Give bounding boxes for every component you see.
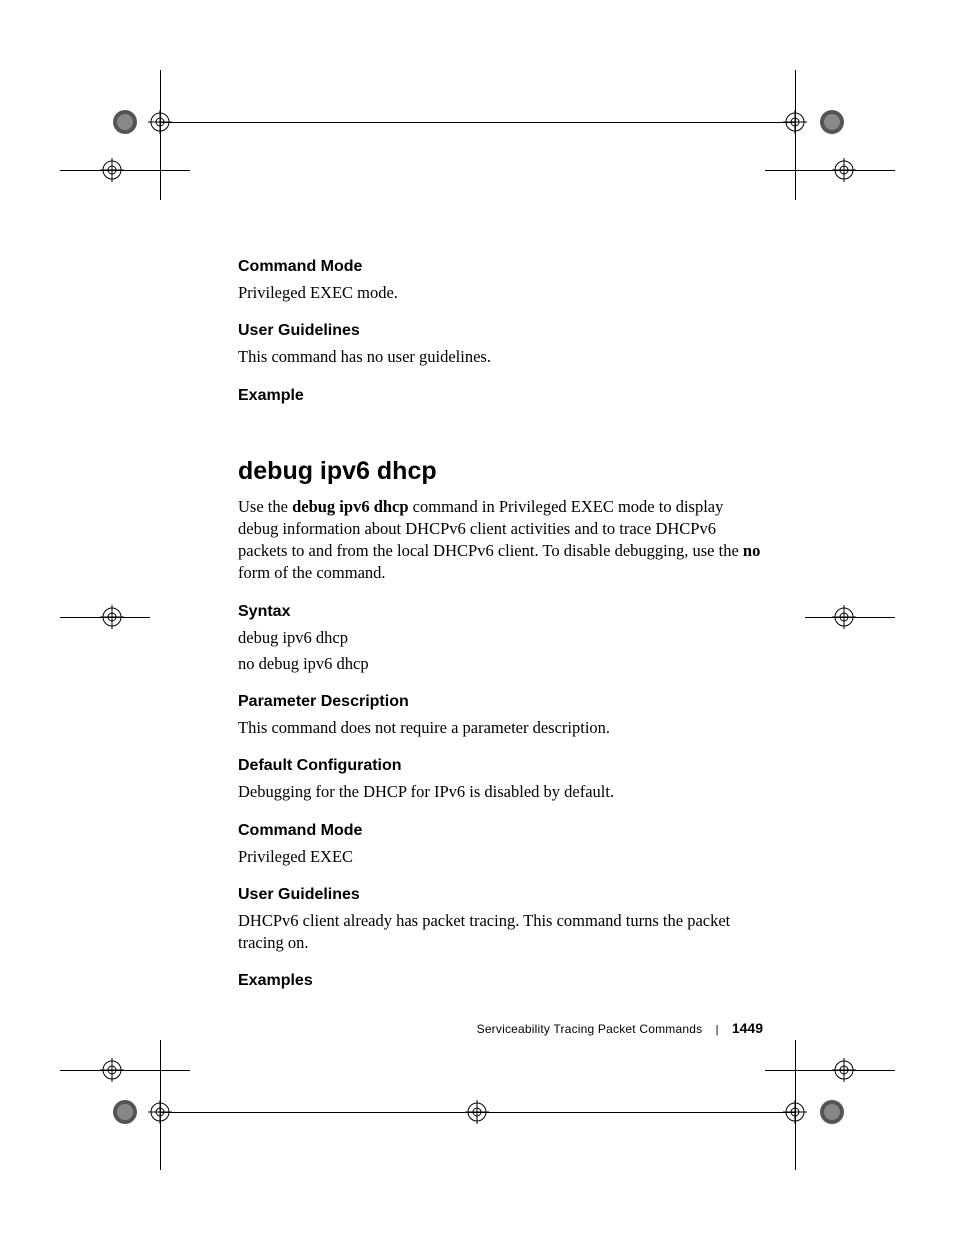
crop-line xyxy=(795,70,796,200)
heading-user-guidelines-1: User Guidelines xyxy=(238,322,763,340)
command-intro: Use the debug ipv6 dhcp command in Privi… xyxy=(238,496,763,585)
heading-user-guidelines-2: User Guidelines xyxy=(238,886,763,904)
registration-mark-icon xyxy=(148,1100,172,1124)
sunburst-ornament-icon xyxy=(817,1097,847,1127)
body-user-guidelines-1: This command has no user guidelines. xyxy=(238,346,763,368)
heading-examples: Examples xyxy=(238,972,763,990)
body-user-guidelines-2: DHCPv6 client already has packet tracing… xyxy=(238,910,763,955)
footer-title: Serviceability Tracing Packet Commands xyxy=(477,1022,703,1036)
page-content: Command Mode Privileged EXEC mode. User … xyxy=(238,258,763,996)
command-title: debug ipv6 dhcp xyxy=(238,457,763,486)
sunburst-ornament-icon xyxy=(110,107,140,137)
crop-line xyxy=(160,122,795,123)
registration-mark-icon xyxy=(783,1100,807,1124)
body-command-mode-1: Privileged EXEC mode. xyxy=(238,282,763,304)
footer-page-number: 1449 xyxy=(732,1020,763,1036)
crop-line xyxy=(60,170,190,171)
intro-pre: Use the xyxy=(238,497,292,516)
heading-default-config: Default Configuration xyxy=(238,757,763,775)
body-default-config: Debugging for the DHCP for IPv6 is disab… xyxy=(238,781,763,803)
heading-command-mode-2: Command Mode xyxy=(238,822,763,840)
registration-mark-icon xyxy=(148,110,172,134)
syntax-line-1: debug ipv6 dhcp xyxy=(238,627,763,649)
registration-mark-icon xyxy=(465,1100,489,1124)
registration-mark-icon xyxy=(100,158,124,182)
crop-line xyxy=(765,1070,895,1071)
heading-example-1: Example xyxy=(238,387,763,405)
page-footer: Serviceability Tracing Packet Commands |… xyxy=(238,1020,763,1036)
footer-divider: | xyxy=(716,1024,719,1036)
heading-command-mode-1: Command Mode xyxy=(238,258,763,276)
registration-mark-icon xyxy=(832,158,856,182)
heading-param-desc: Parameter Description xyxy=(238,693,763,711)
registration-mark-icon xyxy=(100,1058,124,1082)
registration-mark-icon xyxy=(832,605,856,629)
crop-line xyxy=(60,1070,190,1071)
intro-bold1: debug ipv6 dhcp xyxy=(292,497,408,516)
crop-line xyxy=(765,170,895,171)
registration-mark-icon xyxy=(100,605,124,629)
body-param-desc: This command does not require a paramete… xyxy=(238,717,763,739)
registration-mark-icon xyxy=(832,1058,856,1082)
syntax-line-2: no debug ipv6 dhcp xyxy=(238,653,763,675)
intro-post: form of the command. xyxy=(238,563,386,582)
heading-syntax: Syntax xyxy=(238,603,763,621)
crop-line xyxy=(160,70,161,200)
body-command-mode-2: Privileged EXEC xyxy=(238,846,763,868)
sunburst-ornament-icon xyxy=(817,107,847,137)
sunburst-ornament-icon xyxy=(110,1097,140,1127)
intro-bold2: no xyxy=(743,541,760,560)
registration-mark-icon xyxy=(783,110,807,134)
